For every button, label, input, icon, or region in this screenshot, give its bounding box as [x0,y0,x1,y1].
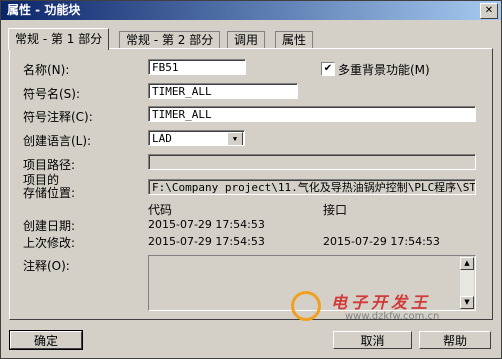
multi-instance-label[interactable]: 多重背景功能(M) [338,61,430,78]
modified-label: 上次修改: [23,236,76,250]
name-field[interactable]: FB51 [148,59,246,75]
close-icon[interactable]: ✕ [480,3,498,19]
tab-attributes[interactable]: 属性 [275,31,314,49]
watermark-url: www.dzkfw.com.cn [345,311,440,322]
cancel-button[interactable]: 取消 [333,331,412,349]
project-path-field [148,154,476,170]
symbol-label: 符号名(S): [23,87,81,101]
created-label: 创建日期: [23,219,76,233]
modified-interface-value: 2015-07-29 17:54:53 [323,235,440,248]
interface-column-header: 接口 [323,203,348,217]
scroll-down-icon[interactable]: ▼ [460,296,474,309]
language-select[interactable]: LAD ▼ [148,130,245,146]
code-column-header: 代码 [148,203,173,217]
chevron-down-icon[interactable]: ▼ [227,132,243,145]
language-label: 创建语言(L): [23,134,92,148]
title-bar[interactable]: 属性 - 功能块 ✕ [1,1,501,20]
tab-general-part-2[interactable]: 常规 - 第 2 部分 [119,31,221,49]
watermark-title: 电子开发王 [331,293,432,312]
symbol-field[interactable]: TIMER_ALL [148,83,298,99]
tab-calls[interactable]: 调用 [227,31,266,49]
modified-code-value: 2015-07-29 17:54:53 [148,235,265,248]
name-label: 名称(N): [23,63,70,77]
window-title: 属性 - 功能块 [7,3,81,17]
language-value: LAD [152,132,172,145]
scroll-up-icon[interactable]: ▲ [460,257,474,270]
storage-location-field: F:\Company project\11.气化及导热油锅炉控制\PLC程序\S… [148,179,476,195]
watermark-logo-icon [291,291,321,321]
watermark: 电子开发王 www.dzkfw.com.cn [291,291,461,325]
ok-button[interactable]: 确定 [9,330,83,350]
created-code-value: 2015-07-29 17:54:53 [148,218,265,231]
properties-dialog: 属性 - 功能块 ✕ 常规 - 第 1 部分 常规 - 第 2 部分 调用 属性… [0,0,502,359]
comment-scrollbar[interactable]: ▲ ▼ [460,257,474,309]
checkmark-icon: ✔ [323,63,333,74]
symbol-comment-field[interactable]: TIMER_ALL [148,106,476,122]
tab-general-part-1[interactable]: 常规 - 第 1 部分 [8,28,110,50]
storage-label-line2: 存储位置: [23,186,76,200]
comment-label: 注释(O): [23,259,70,273]
multi-instance-checkbox[interactable]: ✔ [321,62,335,76]
symbol-comment-label: 符号注释(C): [23,110,93,124]
help-button[interactable]: 帮助 [419,331,491,349]
